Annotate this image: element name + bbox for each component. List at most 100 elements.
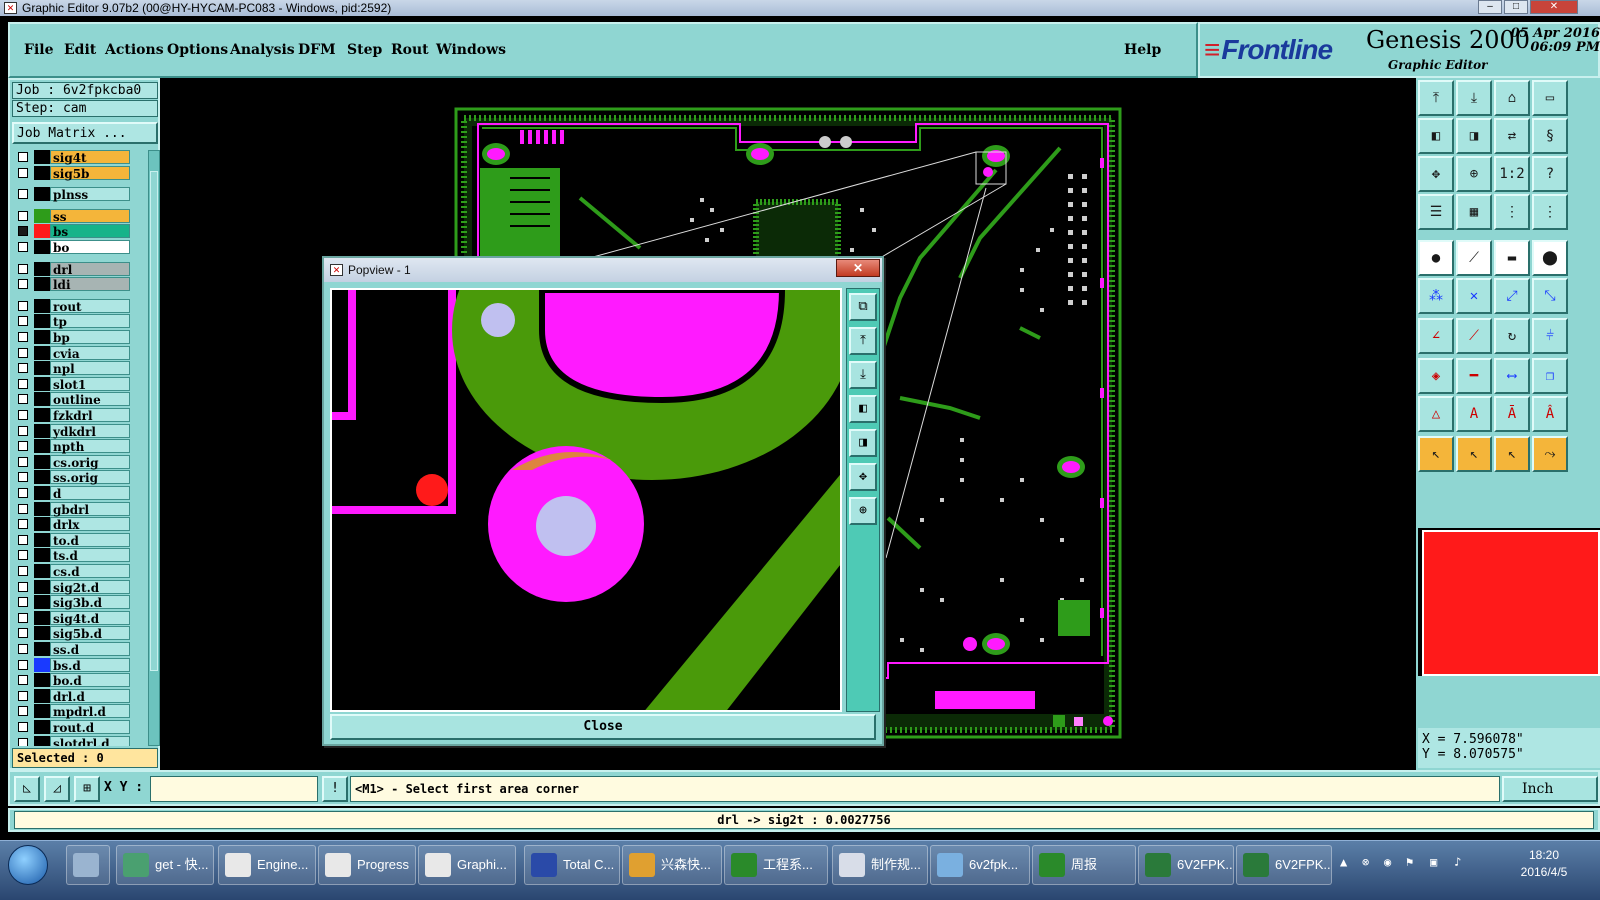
security-icon[interactable]: ◉ xyxy=(1384,855,1391,869)
taskbar-item[interactable]: get - 快... xyxy=(116,845,214,885)
line-draw-icon[interactable]: ⟋ xyxy=(1456,240,1492,276)
pad-icon[interactable]: ● xyxy=(1418,240,1454,276)
menu-edit[interactable]: Edit xyxy=(64,42,96,58)
layer-color-swatch[interactable] xyxy=(34,688,50,703)
save-view-icon[interactable]: ⤓ xyxy=(1456,80,1492,116)
layer-row[interactable]: drlx xyxy=(14,517,144,532)
network-icon[interactable]: ⊗ xyxy=(1362,855,1369,869)
layer-name[interactable]: sig5b.d xyxy=(50,626,130,641)
layer-name[interactable]: bs xyxy=(50,224,130,239)
layer-checkbox[interactable] xyxy=(18,410,28,420)
menu-file[interactable]: File xyxy=(24,42,53,58)
layer-name[interactable]: tp xyxy=(50,314,130,329)
fit-icon[interactable]: ✥ xyxy=(1418,156,1454,192)
layer-name[interactable]: bp xyxy=(50,330,130,345)
minimize-button[interactable]: – xyxy=(1478,0,1502,14)
layer-name[interactable]: sig5b xyxy=(50,165,130,181)
tools-icon[interactable]: ☰ xyxy=(1418,194,1454,230)
slope-icon[interactable]: ⟋ xyxy=(1456,318,1492,354)
layer-row[interactable]: ss.orig xyxy=(14,470,144,485)
layer-row[interactable]: bs.d xyxy=(14,657,144,673)
layer-row[interactable]: npl xyxy=(14,361,144,376)
delete-node-icon[interactable]: ✕ xyxy=(1456,278,1492,314)
layer-name[interactable]: bs.d xyxy=(50,657,130,673)
layer-checkbox[interactable] xyxy=(18,597,28,608)
layer-name[interactable]: sig2t.d xyxy=(50,579,130,595)
popview-down-icon[interactable]: ⤓ xyxy=(849,361,877,389)
layer-row[interactable]: sig4t xyxy=(14,150,144,165)
popview-titlebar[interactable]: ✕ Popview - 1 ✕ xyxy=(324,258,882,282)
select-poly-icon[interactable]: ↖ xyxy=(1494,436,1530,472)
layer-color-swatch[interactable] xyxy=(34,532,50,547)
menu-actions[interactable]: Actions xyxy=(105,42,164,58)
layer-color-swatch[interactable] xyxy=(34,392,50,407)
triangle-icon[interactable]: △ xyxy=(1418,396,1454,432)
layer-row[interactable]: d xyxy=(14,486,144,501)
text-a-bar-icon[interactable]: Ā xyxy=(1494,396,1530,432)
layer-row[interactable]: ss.d xyxy=(14,642,144,657)
popview-fit-icon[interactable]: ✥ xyxy=(849,463,877,491)
popview-canvas[interactable] xyxy=(330,288,842,712)
layer-color-swatch[interactable] xyxy=(34,314,50,329)
pan-right-icon[interactable]: ◨ xyxy=(1456,118,1492,154)
layer-color-swatch[interactable] xyxy=(34,376,50,391)
taskbar-item[interactable]: Graphi... xyxy=(418,845,516,885)
layer-name[interactable]: outline xyxy=(50,392,130,407)
layer-checkbox[interactable] xyxy=(18,167,28,178)
layer-name[interactable]: bo.d xyxy=(50,673,130,688)
layer-name[interactable]: npth xyxy=(50,439,130,454)
copy-shape-icon[interactable]: ❐ xyxy=(1532,358,1568,394)
layer-name[interactable]: fzkdrl xyxy=(50,408,130,423)
display-icon[interactable]: ▣ xyxy=(1430,855,1437,869)
layer-name[interactable]: ts.d xyxy=(50,548,130,563)
job-matrix-button[interactable]: Job Matrix ... xyxy=(12,122,158,144)
layer-checkbox[interactable] xyxy=(18,722,28,732)
layer-name[interactable]: cvia xyxy=(50,345,130,361)
maximize-button[interactable]: □ xyxy=(1504,0,1528,14)
layer-checkbox[interactable] xyxy=(18,363,28,374)
layer-row[interactable]: bo xyxy=(14,240,144,255)
ruler-icon[interactable]: ▬ xyxy=(1494,240,1530,276)
layer-color-swatch[interactable] xyxy=(34,361,50,376)
layer-name[interactable]: ydkdrl xyxy=(50,423,130,439)
layer-checkbox[interactable] xyxy=(18,332,28,342)
grid-icon[interactable]: ▦ xyxy=(1456,194,1492,230)
layer-row[interactable]: plnss xyxy=(14,187,144,202)
zoom-home-icon[interactable]: ⤒ xyxy=(1418,80,1454,116)
layer-row[interactable]: ss xyxy=(14,208,144,224)
layer-row[interactable]: sig5b xyxy=(14,165,144,181)
popview-zoom-in-icon[interactable]: ⧉ xyxy=(849,293,877,321)
layer-row[interactable]: sig4t.d xyxy=(14,610,144,626)
layer-row[interactable]: rout.d xyxy=(14,720,144,735)
marker-icon[interactable]: ◈ xyxy=(1418,358,1454,394)
layer-checkbox[interactable] xyxy=(18,456,28,467)
layer-color-swatch[interactable] xyxy=(34,208,50,223)
layer-name[interactable]: ldi xyxy=(50,277,130,292)
select-net-icon[interactable]: ⤳ xyxy=(1532,436,1568,472)
select-box-icon[interactable]: ↖ xyxy=(1456,436,1492,472)
layer-color-swatch[interactable] xyxy=(34,735,50,746)
layer-name[interactable]: drl.d xyxy=(50,688,130,704)
layer-color-swatch[interactable] xyxy=(34,626,50,641)
layer-row[interactable]: sig2t.d xyxy=(14,579,144,595)
taskbar-item[interactable]: Progress xyxy=(318,845,416,885)
layer-checkbox[interactable] xyxy=(18,612,28,623)
taskbar-item[interactable]: Engine... xyxy=(218,845,316,885)
taskbar-item[interactable]: 工程系... xyxy=(724,845,828,885)
layer-checkbox[interactable] xyxy=(18,441,28,452)
start-button-icon[interactable] xyxy=(8,845,48,885)
layer-row[interactable]: npth xyxy=(14,439,144,454)
layer-checkbox[interactable] xyxy=(18,566,28,576)
layer-name[interactable]: rout.d xyxy=(50,720,130,735)
popview-up-icon[interactable]: ⤒ xyxy=(849,327,877,355)
layer-row[interactable]: drl.d xyxy=(14,688,144,704)
layer-row[interactable]: ydkdrl xyxy=(14,423,144,439)
layer-checkbox[interactable] xyxy=(18,644,28,654)
layer-row[interactable]: slotdrl.d xyxy=(14,735,144,746)
taskbar-item[interactable]: 制作规... xyxy=(832,845,928,885)
grid-snap-icon[interactable]: ⊞ xyxy=(74,776,100,802)
menu-dfm[interactable]: DFM xyxy=(298,42,336,58)
layer-row[interactable]: bp xyxy=(14,330,144,345)
route-alt-icon[interactable]: ⋮ xyxy=(1532,194,1568,230)
taskbar-item[interactable]: 6V2FPK... xyxy=(1138,845,1234,885)
